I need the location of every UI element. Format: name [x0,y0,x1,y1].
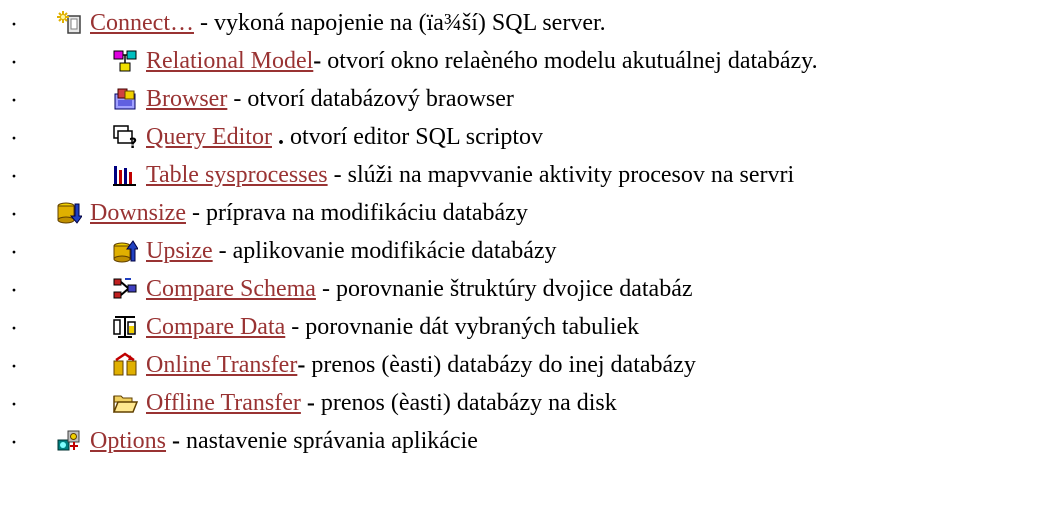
item-description: porovnanie štruktúry dvojice databáz [335,275,693,302]
relational-model-icon [112,48,138,74]
bullet: · [10,126,18,152]
separator: - [327,161,348,188]
bullet: · [10,50,18,76]
list-item: · Table sysprocesses - slúži na mapvvani… [0,156,1046,194]
list-item: · Offline Transfer - prenos (èasti) data… [0,384,1046,422]
connect-link[interactable]: Connect… [90,10,194,37]
bullet: · [10,392,18,418]
item-description: prenos (èasti) databázy do inej databázy [311,351,696,378]
list-item: · Downsize - príprava na modifikáciu dat… [0,194,1046,232]
bullet: · [10,164,18,190]
bullet: · [10,88,18,114]
separator: - [313,47,328,74]
separator: - [297,351,312,378]
compare-schema-link[interactable]: Compare Schema [146,276,316,303]
list-item: · Compare Schema - porovnanie štruktúry … [0,270,1046,308]
compare-schema-icon [112,276,138,302]
item-description: aplikovanie modifikácie databázy [232,237,557,264]
separator: - [315,275,336,302]
item-description: otvorí editor SQL scriptov [289,123,544,150]
browser-icon [112,86,138,112]
list-item: · ? Query Editor . otvorí editor SQL scr… [0,118,1046,156]
list-item: · Browser - otvorí databázový braowser [0,80,1046,118]
item-description: príprava na modifikáciu databázy [205,199,528,226]
item-description: prenos (èasti) databázy na disk [320,389,617,416]
query-editor-link[interactable]: Query Editor [146,124,272,151]
table-sysprocesses-icon [112,162,138,188]
table-sysprocesses-link[interactable]: Table sysprocesses [146,162,328,189]
downsize-icon [56,200,82,226]
online-transfer-link[interactable]: Online Transfer [146,352,297,379]
compare-data-link[interactable]: Compare Data [146,314,285,341]
bullet: · [10,240,18,266]
browser-link[interactable]: Browser [146,86,227,113]
item-description: vykoná napojenie na (ïa¾ší) SQL server. [213,9,606,36]
list-item: · Connect… - vykoná napojenie na (ïa¾ší)… [0,4,1046,42]
online-transfer-icon [112,352,138,378]
separator: - [166,427,187,454]
separator: - [300,389,321,416]
downsize-link[interactable]: Downsize [90,200,186,227]
item-description: nastavenie správania aplikácie [186,427,478,454]
separator: - [285,313,306,340]
item-description: otvorí okno relaèného modelu akutuálnej … [327,47,818,74]
folder-open-icon [112,390,138,416]
bullet: · [10,430,18,456]
bullet: · [10,316,18,342]
list-item: · Relational Model - otvorí okno relaèné… [0,42,1046,80]
connect-icon [56,10,82,36]
separator: - [185,199,206,226]
offline-transfer-link[interactable]: Offline Transfer [146,390,301,417]
upsize-icon [112,238,138,264]
list-item: · Online Transfer - prenos (èasti) datab… [0,346,1046,384]
bullet: · [10,354,18,380]
separator: . [271,123,290,150]
separator: - [193,9,214,36]
list-item: · Upsize - aplikovanie modifikácie datab… [0,232,1046,270]
options-link[interactable]: Options [90,428,166,455]
item-description: otvorí databázový braowser [247,85,514,112]
item-description: slúži na mapvvanie aktivity procesov na … [347,161,795,188]
options-icon [56,428,82,454]
bullet: · [10,12,18,38]
compare-data-icon [112,314,138,340]
upsize-link[interactable]: Upsize [146,238,213,265]
relational-model-link[interactable]: Relational Model [146,48,313,75]
query-editor-icon: ? [112,124,138,150]
separator: - [212,237,233,264]
separator: - [227,85,248,112]
bullet: · [10,278,18,304]
bullet: · [10,202,18,228]
svg-text:?: ? [129,136,137,150]
list-item: · Options - nastavenie správania aplikác… [0,422,1046,460]
item-description: porovnanie dát vybraných tabuliek [305,313,640,340]
list-item: · Compare Data - porovnanie dát vybranýc… [0,308,1046,346]
